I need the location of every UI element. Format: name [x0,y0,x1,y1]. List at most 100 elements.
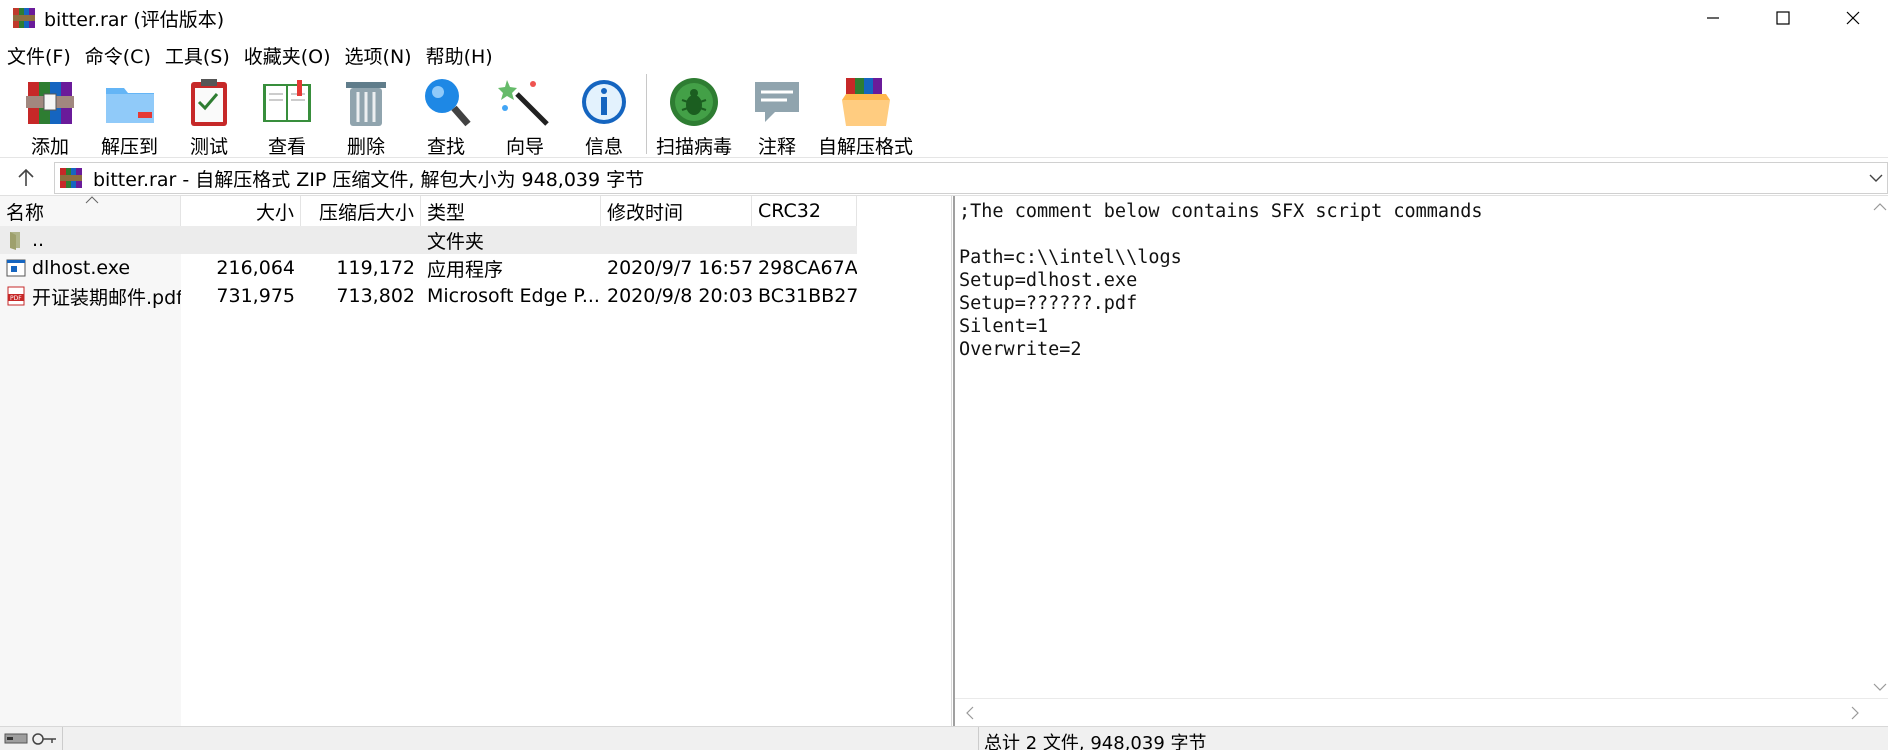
file-packed-size [301,226,421,254]
file-modified: 2020/9/7 16:57 [607,257,752,279]
path-field[interactable]: bitter.rar - 自解压格式 ZIP 压缩文件, 解包大小为 948,0… [54,162,1888,194]
magnifier-icon [418,74,474,130]
view-button[interactable]: 查看 [259,74,315,159]
add-button-label: 添加 [30,136,69,158]
virus-scan-icon [666,74,722,130]
wizard-button[interactable]: 向导 [497,74,553,159]
info-button-label: 信息 [584,136,623,158]
test-button-label: 测试 [189,136,228,158]
file-packed-size: 119,172 [336,257,415,279]
maximize-button[interactable] [1748,0,1818,36]
up-arrow-icon [18,168,34,186]
path-bar: bitter.rar - 自解压格式 ZIP 压缩文件, 解包大小为 948,0… [0,160,1888,196]
status-bar: 总计 2 文件, 948,039 字节 [0,726,1888,750]
comment-horizontal-scrollbar[interactable] [955,698,1888,726]
virus-scan-button[interactable]: 扫描病毒 [656,74,732,159]
toolbar-separator [646,74,647,154]
col-header-modified[interactable]: 修改时间 [601,196,752,226]
file-type: Microsoft Edge P... [427,285,600,307]
table-row[interactable]: dlhost.exe 216,064 119,172 应用程序 2020/9/7… [0,254,857,282]
comment-button[interactable]: 注释 [749,74,805,159]
col-header-crc[interactable]: CRC32 [752,196,857,226]
table-row-parent[interactable]: .. 文件夹 [0,226,857,254]
col-header-size[interactable]: 大小 [181,196,301,226]
menu-help[interactable]: 帮助(H) [419,42,500,69]
path-text: bitter.rar - 自解压格式 ZIP 压缩文件, 解包大小为 948,0… [93,168,645,191]
extract-to-button[interactable]: 解压到 [101,74,158,159]
scroll-up-icon[interactable] [1870,198,1888,218]
file-size: 731,975 [216,285,295,307]
drive-icon[interactable] [4,731,28,745]
winrar-app-icon [12,6,36,30]
winrar-archive-icon [59,167,83,189]
parent-folder-icon [6,230,26,250]
menu-options[interactable]: 选项(N) [338,42,419,69]
find-button-label: 查找 [426,136,465,158]
extract-to-button-label: 解压到 [101,136,159,158]
archive-comment-pane[interactable]: ;The comment below contains SFX script c… [953,196,1888,726]
file-crc [752,226,857,254]
file-modified [601,226,752,254]
close-icon [1846,11,1860,25]
extract-folder-icon [102,74,158,130]
find-button[interactable]: 查找 [418,74,474,159]
scroll-down-icon[interactable] [1870,676,1888,696]
info-button[interactable]: 信息 [576,74,632,159]
svg-text:PDF: PDF [10,295,22,302]
col-header-packed[interactable]: 压缩后大小 [301,196,421,226]
file-size: 216,064 [216,257,295,279]
file-name: 开证装期邮件.pdf [32,286,181,309]
file-type: 文件夹 [427,230,485,253]
close-button[interactable] [1818,0,1888,36]
add-button[interactable]: 添加 [22,74,78,159]
up-folder-button[interactable] [6,164,46,192]
trash-icon [338,74,394,130]
comment-vertical-scrollbar[interactable] [1868,196,1888,698]
key-icon[interactable] [32,731,58,747]
file-crc: BC31BB27 [758,285,857,307]
info-icon [576,74,632,130]
file-crc: 298CA67A [758,257,857,279]
file-type: 应用程序 [427,258,504,281]
menu-tools[interactable]: 工具(S) [158,42,237,69]
file-list: 名称 大小 压缩后大小 类型 修改时间 CRC32 .. 文件夹 dlhost.… [0,196,952,726]
menu-commands[interactable]: 命令(C) [78,42,158,69]
sfx-button-label: 自解压格式 [818,136,914,158]
chevron-down-icon[interactable] [1867,169,1885,187]
column-header-row: 名称 大小 压缩后大小 类型 修改时间 CRC32 [0,196,857,226]
sfx-box-icon [838,74,894,130]
comment-button-label: 注释 [757,136,796,158]
sfx-button[interactable]: 自解压格式 [818,74,913,159]
virus-scan-button-label: 扫描病毒 [656,136,733,158]
wizard-wand-icon [497,74,553,130]
minimize-button[interactable] [1678,0,1748,36]
col-header-type[interactable]: 类型 [421,196,601,226]
status-summary: 总计 2 文件, 948,039 字节 [984,733,1207,750]
maximize-icon [1776,11,1790,25]
test-clipboard-icon [181,74,237,130]
delete-button[interactable]: 删除 [338,74,394,159]
comment-bubble-icon [749,74,805,130]
table-row[interactable]: PDF 开证装期邮件.pdf 731,975 713,802 Microsoft… [0,282,857,310]
file-size [181,226,301,254]
menu-bar: 文件(F) 命令(C) 工具(S) 收藏夹(O) 选项(N) 帮助(H) [0,40,500,70]
scroll-right-icon[interactable] [1844,703,1864,723]
delete-button-label: 删除 [346,136,385,158]
minimize-icon [1707,17,1719,19]
menu-favorites[interactable]: 收藏夹(O) [237,42,338,69]
toolbar: 添加 解压到 测试 查看 删除 查找 向导 信息 扫描病毒 注释 自解压格式 [0,70,1888,158]
status-divider [62,727,63,750]
pdf-file-icon: PDF [6,286,26,306]
file-packed-size: 713,802 [336,285,415,307]
window-title: bitter.rar (评估版本) [44,8,225,31]
title-bar: bitter.rar (评估版本) [0,0,1888,36]
view-button-label: 查看 [267,136,306,158]
menu-file[interactable]: 文件(F) [0,42,78,69]
scroll-left-icon[interactable] [961,703,981,723]
file-modified: 2020/9/8 20:03 [607,285,752,307]
exe-file-icon [6,258,26,278]
file-name: .. [32,229,45,251]
view-book-icon [259,74,315,130]
col-header-name[interactable]: 名称 [0,196,181,226]
test-button[interactable]: 测试 [181,74,237,159]
